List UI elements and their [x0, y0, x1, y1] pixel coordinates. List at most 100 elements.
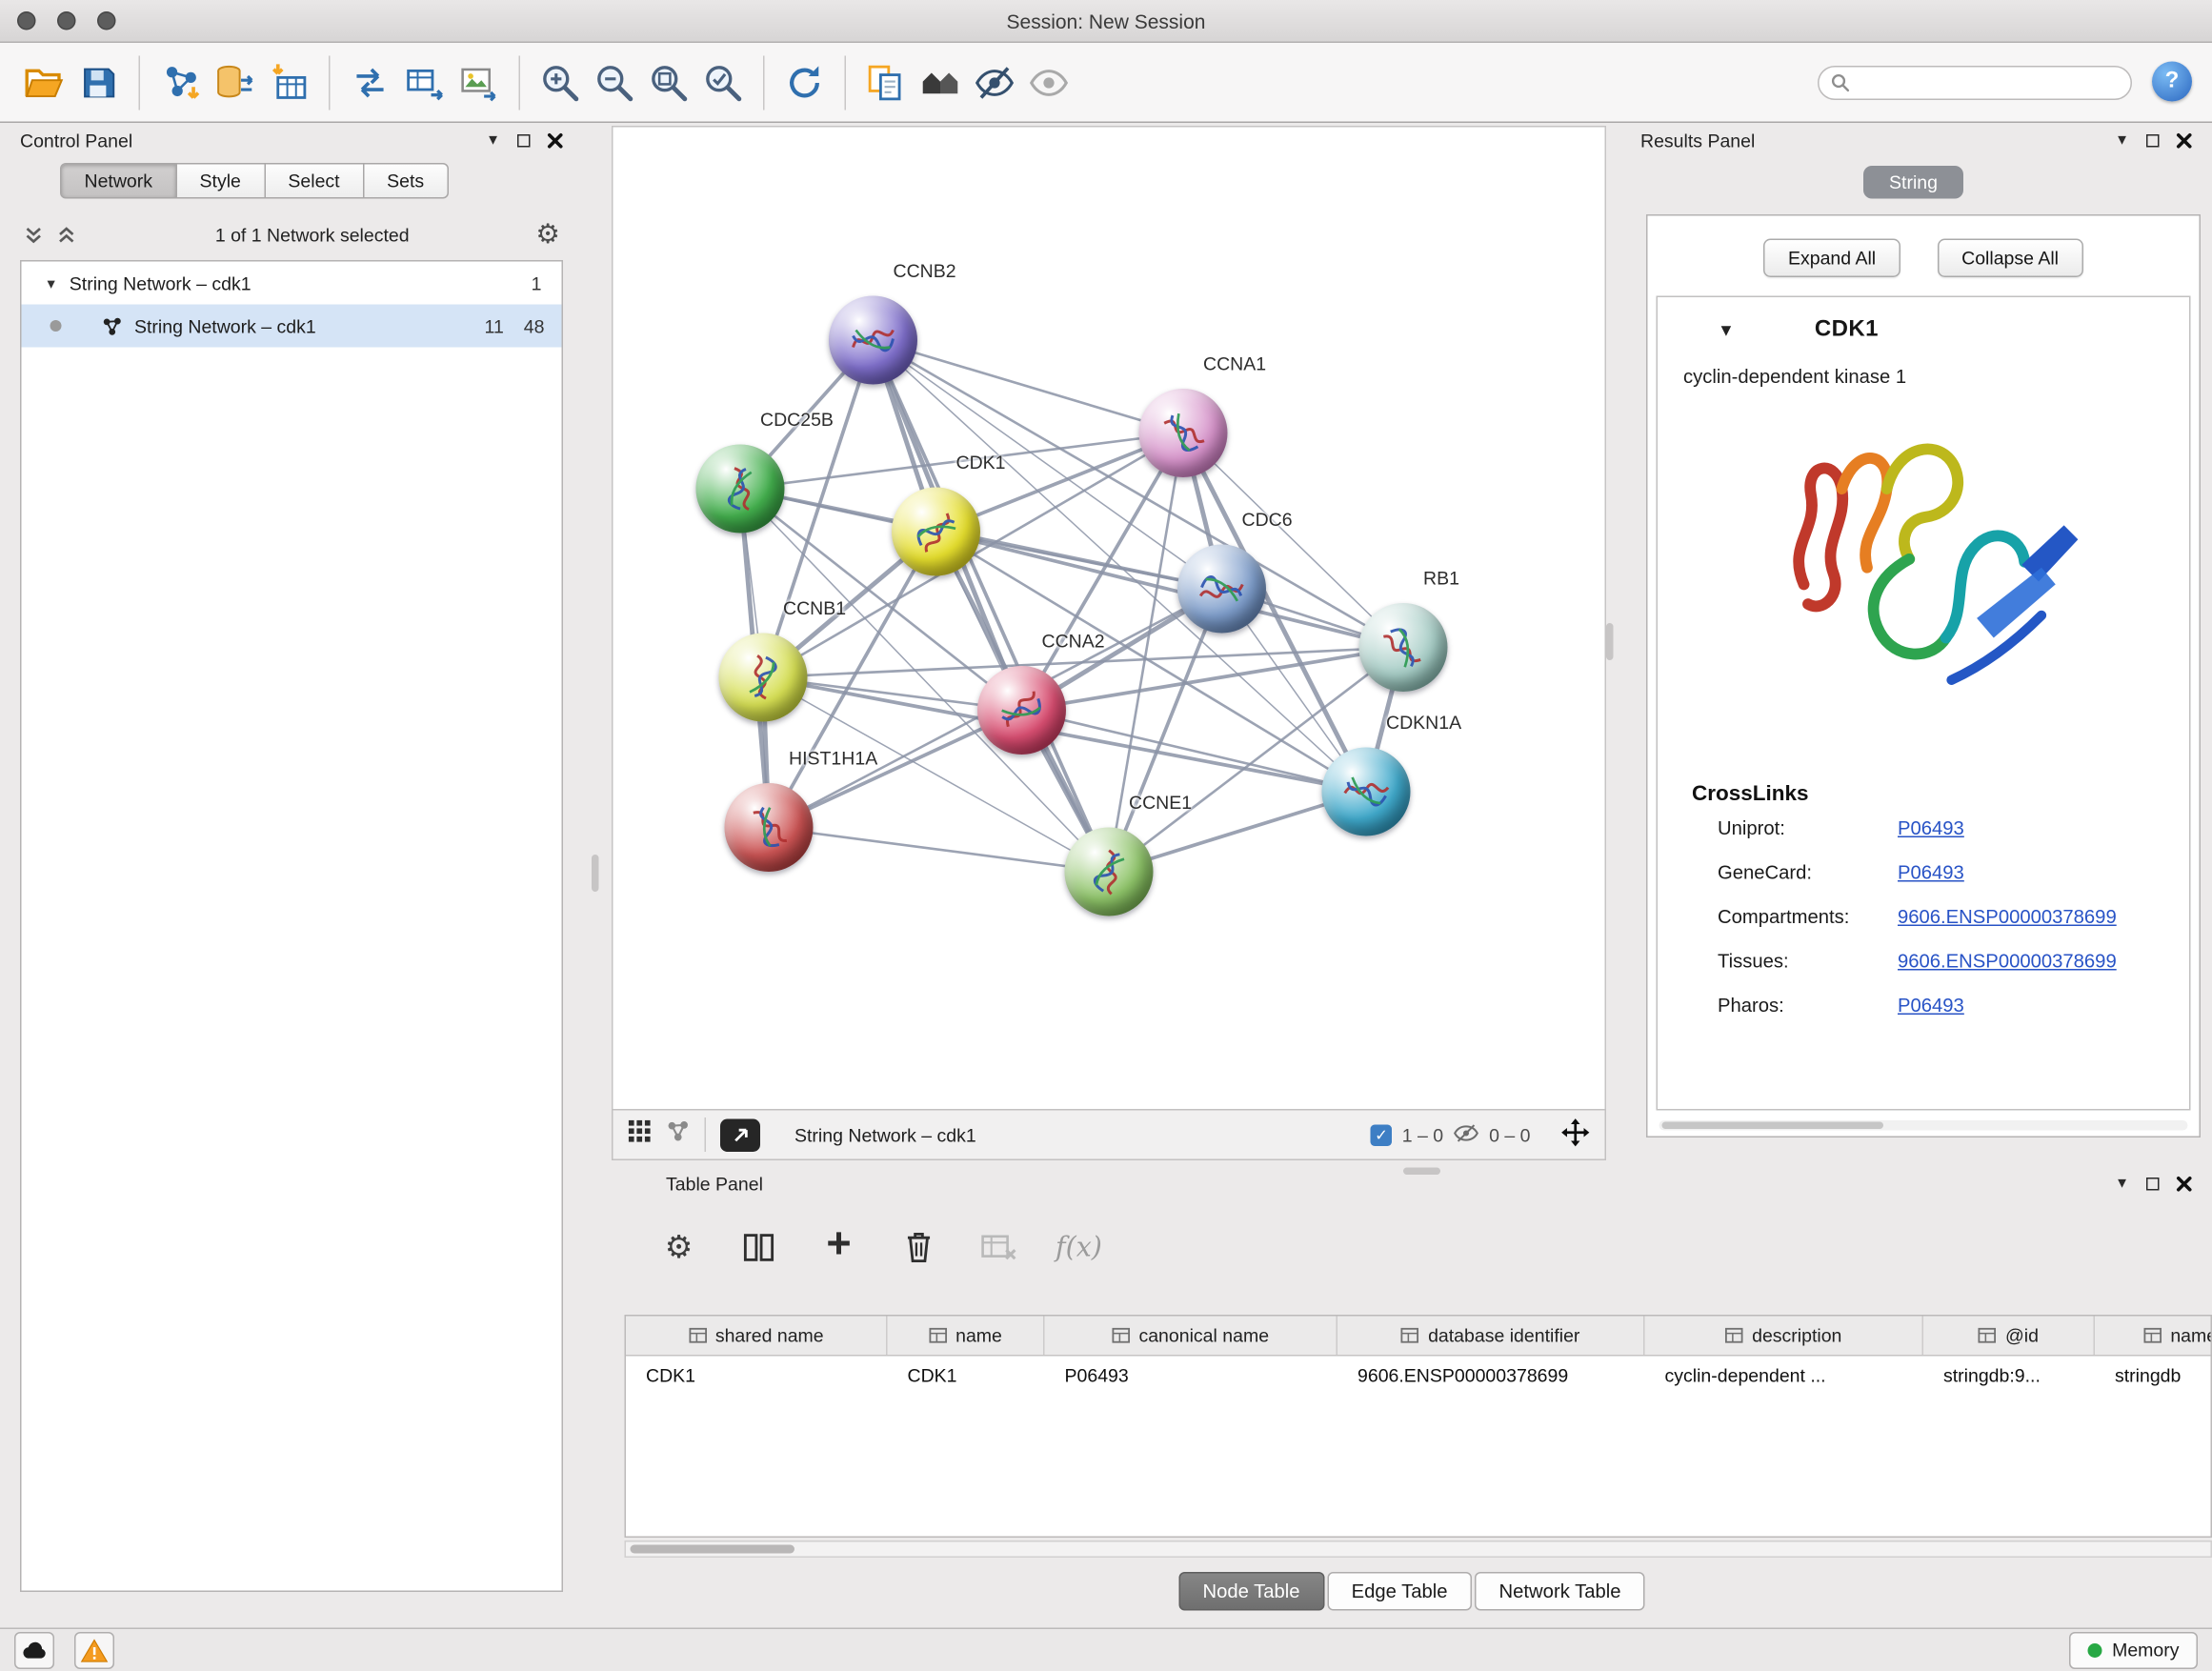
tab-network-table[interactable]: Network Table [1475, 1572, 1645, 1611]
expand-all-icon[interactable] [56, 224, 78, 246]
column-header-shared-name[interactable]: shared name [626, 1317, 888, 1356]
window-zoom-button[interactable] [97, 11, 116, 30]
crosslink-link[interactable]: P06493 [1898, 817, 1964, 839]
tab-edge-table[interactable]: Edge Table [1327, 1572, 1472, 1611]
network-edge[interactable] [769, 828, 1109, 873]
table-cell[interactable]: stringdb [2095, 1365, 2212, 1387]
column-header-description[interactable]: description [1645, 1317, 1924, 1356]
collection-row[interactable]: ▾ String Network – cdk1 1 [22, 262, 562, 305]
panel-close-icon[interactable] [548, 132, 564, 149]
crosslink-link[interactable]: 9606.ENSP00000378699 [1898, 951, 2117, 973]
panel-menu-icon[interactable]: ▼ [2115, 132, 2129, 149]
search-input[interactable] [1858, 70, 2131, 95]
network-node-CCNE1[interactable] [1065, 828, 1154, 916]
cybrowser-button[interactable] [914, 55, 968, 110]
table-cell[interactable]: CDK1 [626, 1365, 888, 1387]
table-row[interactable]: CDK1 CDK1 P06493 9606.ENSP00000378699 cy… [626, 1357, 2212, 1396]
show-all-button[interactable] [1022, 55, 1076, 110]
delete-column-icon[interactable] [895, 1223, 943, 1272]
add-column-icon[interactable]: + [814, 1220, 863, 1269]
collapse-all-icon[interactable] [23, 224, 45, 246]
column-header-name[interactable]: name [888, 1317, 1045, 1356]
memory-button[interactable]: Memory [2069, 1632, 2198, 1669]
cloud-status-button[interactable] [14, 1632, 54, 1669]
panel-menu-icon[interactable]: ▼ [486, 132, 500, 149]
column-header-canonical-name[interactable]: canonical name [1045, 1317, 1338, 1356]
zoom-fit-button[interactable] [642, 55, 696, 110]
network-edge[interactable] [874, 340, 1110, 872]
expand-all-button[interactable]: Expand All [1763, 239, 1900, 278]
panel-float-icon[interactable] [2146, 133, 2160, 147]
network-node-CCNA2[interactable] [977, 666, 1066, 755]
network-edge[interactable] [874, 340, 1184, 433]
network-node-HIST1H1A[interactable] [725, 783, 814, 872]
save-session-button[interactable] [71, 55, 126, 110]
import-network-database-button[interactable] [208, 55, 262, 110]
import-network-file-button[interactable] [153, 55, 208, 110]
warning-status-button[interactable] [74, 1632, 114, 1669]
network-row[interactable]: String Network – cdk1 11 48 [22, 305, 562, 348]
duplicate-document-button[interactable] [859, 55, 914, 110]
tab-select[interactable]: Select [264, 163, 364, 199]
export-table-button[interactable] [397, 55, 452, 110]
tab-style[interactable]: Style [175, 163, 265, 199]
network-node-CDC25B[interactable] [696, 445, 785, 534]
network-node-CDC6[interactable] [1177, 545, 1266, 634]
column-header-namespace[interactable]: namespace [2095, 1317, 2212, 1356]
zoom-in-button[interactable] [533, 55, 588, 110]
hidden-eye-slash-icon[interactable] [1454, 1122, 1479, 1147]
network-node-CDK1[interactable] [892, 488, 980, 576]
network-node-CDKN1A[interactable] [1322, 748, 1411, 836]
table-cell[interactable]: cyclin-dependent ... [1645, 1365, 1924, 1387]
network-edge[interactable] [1022, 711, 1367, 793]
window-minimize-button[interactable] [57, 11, 76, 30]
network-edge[interactable] [936, 532, 1404, 648]
network-overview-icon[interactable] [666, 1119, 691, 1151]
column-header-id[interactable]: @id [1923, 1317, 2095, 1356]
refresh-view-button[interactable] [777, 55, 832, 110]
window-close-button[interactable] [17, 11, 36, 30]
help-button[interactable]: ? [2152, 62, 2192, 102]
column-header-database-identifier[interactable]: database identifier [1337, 1317, 1645, 1356]
results-horizontal-scrollbar[interactable] [1659, 1120, 2188, 1131]
splitter-handle[interactable] [1606, 623, 1614, 660]
crosslink-link[interactable]: P06493 [1898, 995, 1964, 1017]
clone-network-button[interactable] [343, 55, 397, 110]
network-canvas[interactable]: CCNB2CCNA1CDC25BCDK1CDC6RB1CCNB1CCNA2CDK… [612, 126, 1606, 1111]
network-node-CCNA1[interactable] [1139, 389, 1228, 477]
panel-menu-icon[interactable]: ▼ [2115, 1176, 2129, 1192]
tab-network[interactable]: Network [60, 163, 177, 199]
table-cell[interactable]: stringdb:9... [1923, 1365, 2095, 1387]
table-horizontal-scrollbar[interactable] [625, 1540, 2212, 1558]
splitter-handle[interactable] [1403, 1168, 1440, 1176]
table-settings-gear-icon[interactable]: ⚙ [654, 1223, 703, 1272]
selected-checkbox-icon[interactable]: ✓ [1371, 1124, 1393, 1146]
tab-sets[interactable]: Sets [363, 163, 449, 199]
search-box[interactable] [1818, 66, 2132, 100]
string-results-tab[interactable]: String [1863, 166, 1963, 199]
move-crosshair-icon[interactable] [1560, 1117, 1591, 1152]
protein-expander-icon[interactable]: ▼ [1718, 320, 1735, 340]
table-cell[interactable]: P06493 [1045, 1365, 1338, 1387]
hide-selected-button[interactable] [968, 55, 1022, 110]
panel-close-icon[interactable] [2177, 1176, 2193, 1192]
crosslink-link[interactable]: 9606.ENSP00000378699 [1898, 906, 2117, 928]
panel-float-icon[interactable] [517, 133, 531, 147]
export-image-button[interactable] [452, 55, 506, 110]
table-cell[interactable]: CDK1 [888, 1365, 1045, 1387]
splitter-handle[interactable] [592, 855, 599, 892]
network-node-CCNB1[interactable] [719, 634, 808, 722]
network-node-CCNB2[interactable] [829, 296, 917, 385]
network-node-RB1[interactable] [1359, 603, 1448, 692]
birdseye-view-button[interactable] [720, 1118, 760, 1152]
open-session-button[interactable] [17, 55, 71, 110]
network-options-gear-icon[interactable]: ⚙ [535, 221, 560, 249]
import-table-button[interactable] [262, 55, 316, 110]
collapse-all-button[interactable]: Collapse All [1938, 239, 2083, 278]
network-edge[interactable] [740, 489, 1222, 589]
table-cell[interactable]: 9606.ENSP00000378699 [1337, 1365, 1645, 1387]
show-columns-icon[interactable] [734, 1223, 783, 1272]
panel-close-icon[interactable] [2177, 132, 2193, 149]
collection-expander-icon[interactable]: ▾ [48, 273, 55, 292]
grid-view-icon[interactable] [628, 1119, 653, 1151]
